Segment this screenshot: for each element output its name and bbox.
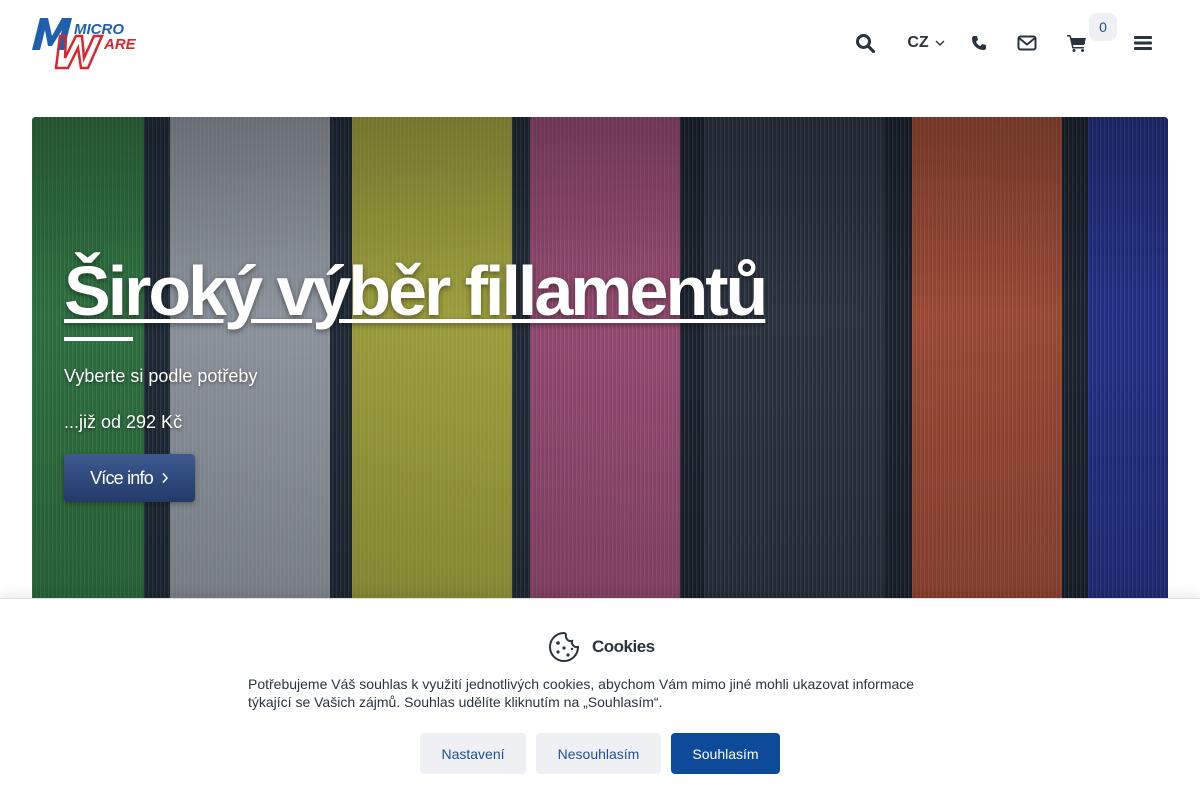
- phone-button[interactable]: [968, 30, 990, 56]
- envelope-icon: [1017, 35, 1037, 51]
- cookie-consent-bar: Cookies Potřebujeme Váš souhlas k využit…: [0, 598, 1200, 800]
- cookie-accept-button[interactable]: Souhlasím: [671, 733, 780, 774]
- menu-icon: [1134, 36, 1152, 50]
- site-logo[interactable]: MICRO ARE: [32, 16, 146, 70]
- more-info-label: Více info: [90, 467, 154, 488]
- cookie-header: Cookies: [548, 631, 655, 663]
- menu-button[interactable]: [1132, 30, 1154, 56]
- search-button[interactable]: [853, 30, 877, 56]
- email-button[interactable]: [1015, 30, 1039, 56]
- hero-divider: [64, 337, 133, 341]
- hero-banner[interactable]: Široký výběr fillamentů Vyberte si podle…: [32, 117, 1168, 607]
- more-info-button[interactable]: Více info: [64, 454, 195, 502]
- cookie-title: Cookies: [592, 637, 655, 656]
- cookie-settings-button[interactable]: Nastavení: [420, 733, 526, 774]
- hero-price: ...již od 292 Kč: [64, 412, 183, 432]
- cookie-decline-button[interactable]: Nesouhlasím: [536, 733, 661, 774]
- hero-overlay: [32, 117, 1168, 607]
- language-label: CZ: [907, 34, 929, 51]
- site-header: MICRO ARE CZ 0: [0, 0, 1200, 90]
- cart-count-badge[interactable]: 0: [1089, 13, 1117, 41]
- logo-icon: MICRO ARE: [32, 18, 137, 70]
- cart-icon: [1067, 35, 1086, 52]
- chevron-down-icon: [935, 40, 945, 46]
- cart-button[interactable]: [1065, 30, 1089, 56]
- svg-text:ARE: ARE: [103, 36, 137, 53]
- cookie-icon: [549, 631, 580, 662]
- search-icon: [856, 34, 875, 53]
- language-selector[interactable]: CZ: [904, 30, 948, 56]
- chevron-right-icon: [162, 472, 168, 484]
- hero-title[interactable]: Široký výběr fillamentů: [64, 251, 768, 331]
- hero-subtitle: Vyberte si podle potřeby: [64, 366, 258, 386]
- phone-icon: [972, 36, 986, 50]
- cookie-text: Potřebujeme Váš souhlas k využití jednot…: [248, 676, 915, 710]
